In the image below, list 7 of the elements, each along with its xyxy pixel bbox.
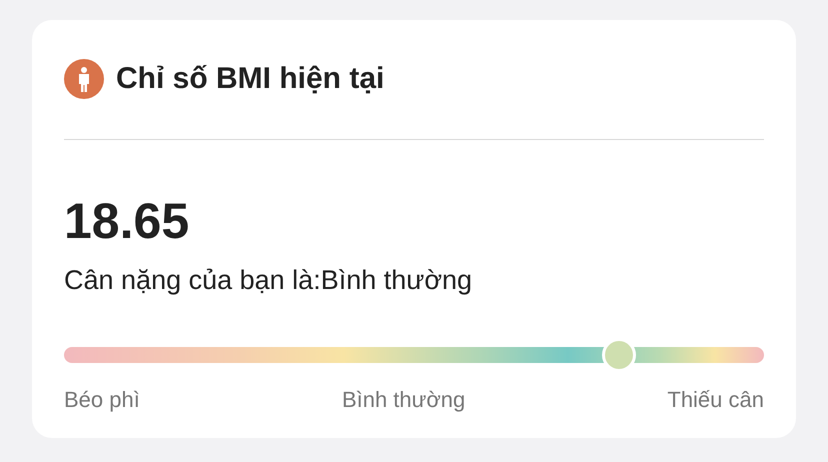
- card-title: Chỉ số BMI hiện tại: [116, 61, 384, 97]
- weight-status: Cân nặng của bạn là:Bình thường: [64, 264, 474, 297]
- bmi-value: 18.65: [64, 196, 190, 246]
- scale-label: Bình thường: [342, 386, 466, 414]
- person-icon: [64, 58, 104, 98]
- scale-label: Béo phì: [64, 386, 140, 414]
- scale-label: Thiếu cân: [667, 386, 764, 414]
